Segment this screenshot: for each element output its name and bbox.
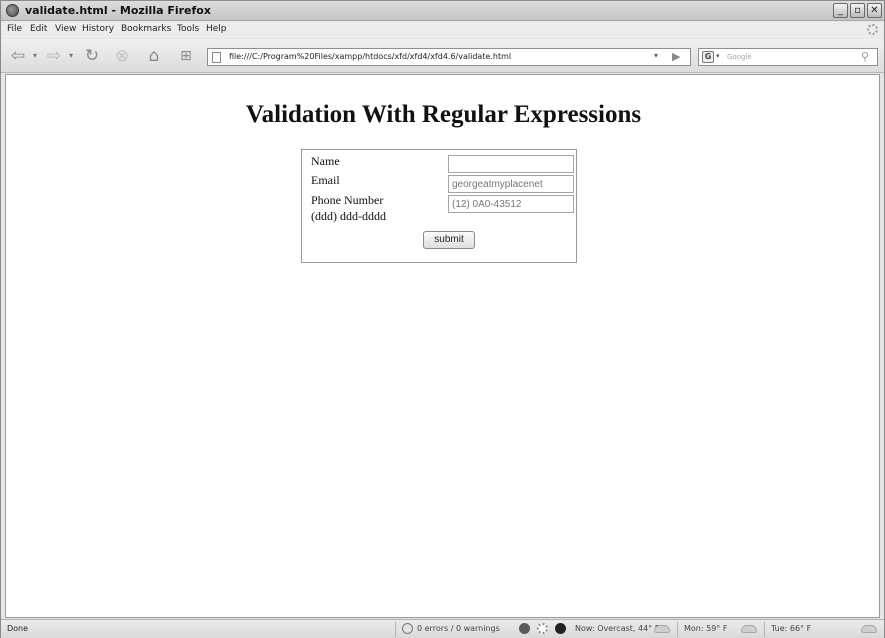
- go-icon[interactable]: ▶: [672, 50, 680, 63]
- globe-icon[interactable]: [555, 623, 566, 634]
- validator-status[interactable]: 0 errors / 0 warnings: [417, 624, 500, 633]
- stop-icon[interactable]: ⊗: [111, 46, 133, 66]
- status-divider: [677, 622, 678, 637]
- menu-bookmarks[interactable]: Bookmarks: [121, 24, 171, 34]
- menu-file[interactable]: File: [7, 24, 22, 34]
- back-history-dropdown[interactable]: ▾: [31, 46, 39, 66]
- url-text[interactable]: file:///C:/Program%20Files/xampp/htdocs/…: [229, 52, 511, 61]
- name-label: Name: [311, 154, 340, 168]
- phone-label: Phone Number: [311, 193, 384, 207]
- weather-tuesday[interactable]: Tue: 66° F: [771, 624, 811, 633]
- email-field[interactable]: georgeatmyplacenet: [448, 175, 574, 193]
- close-button[interactable]: ✕: [867, 3, 882, 18]
- activity-throbber-icon: [867, 24, 878, 35]
- search-engine-dropdown[interactable]: ▾: [716, 52, 720, 60]
- title-bar: validate.html - Mozilla Firefox _ ▫ ✕: [1, 1, 884, 21]
- url-history-dropdown[interactable]: ▾: [654, 51, 658, 60]
- back-icon[interactable]: ⇦: [7, 46, 29, 66]
- forward-history-dropdown[interactable]: ▾: [67, 46, 75, 66]
- status-text: Done: [7, 624, 29, 633]
- submit-button[interactable]: submit: [423, 231, 475, 249]
- settings-gear-icon[interactable]: [537, 623, 548, 634]
- menu-tools[interactable]: Tools: [177, 24, 199, 34]
- window-title: validate.html - Mozilla Firefox: [25, 4, 211, 17]
- reload-icon[interactable]: ↻: [81, 46, 103, 66]
- cloud-icon: [654, 625, 670, 633]
- validation-form: Name Email georgeatmyplacenet Phone Numb…: [301, 149, 577, 263]
- home-icon[interactable]: ⌂: [143, 46, 165, 66]
- new-tab-icon[interactable]: ⊞: [175, 46, 197, 66]
- maximize-button[interactable]: ▫: [850, 3, 865, 18]
- status-divider: [764, 622, 765, 637]
- phone-field[interactable]: (12) 0A0-43512: [448, 195, 574, 213]
- search-icon[interactable]: ⚲: [861, 50, 869, 63]
- forward-icon[interactable]: ⇨: [43, 46, 65, 66]
- menu-view[interactable]: View: [55, 24, 76, 34]
- weather-monday[interactable]: Mon: 59° F: [684, 624, 727, 633]
- search-engine-icon[interactable]: G: [702, 51, 714, 63]
- validator-icon[interactable]: [402, 623, 413, 634]
- search-input[interactable]: Google: [727, 53, 752, 61]
- phone-format-hint: (ddd) ddd-dddd: [311, 209, 386, 223]
- partly-cloudy-icon: [741, 625, 757, 633]
- menu-bar: File Edit View History Bookmarks Tools H…: [1, 22, 884, 38]
- email-label: Email: [311, 173, 340, 187]
- navigation-toolbar: ⇦ ▾ ⇨ ▾ ↻ ⊗ ⌂ ⊞ file:///C:/Program%20Fil…: [1, 39, 884, 73]
- weather-now[interactable]: Now: Overcast, 44° F: [575, 624, 659, 633]
- address-bar[interactable]: file:///C:/Program%20Files/xampp/htdocs/…: [207, 48, 691, 66]
- firefox-icon: [6, 4, 19, 17]
- addon-status-icon[interactable]: [519, 623, 530, 634]
- browser-window: validate.html - Mozilla Firefox _ ▫ ✕ Fi…: [0, 0, 885, 638]
- minimize-button[interactable]: _: [833, 3, 848, 18]
- search-box[interactable]: G ▾ Google ⚲: [698, 48, 878, 66]
- menu-history[interactable]: History: [82, 24, 114, 34]
- page-heading: Validation With Regular Expressions: [245, 101, 642, 128]
- menu-help[interactable]: Help: [206, 24, 227, 34]
- page-content: Validation With Regular Expressions Name…: [5, 74, 880, 618]
- status-bar: Done 0 errors / 0 warnings Now: Overcast…: [1, 619, 884, 638]
- status-divider: [395, 622, 396, 637]
- name-field[interactable]: [448, 155, 574, 173]
- menu-edit[interactable]: Edit: [30, 24, 47, 34]
- partly-cloudy-icon: [861, 625, 877, 633]
- page-icon: [212, 52, 221, 63]
